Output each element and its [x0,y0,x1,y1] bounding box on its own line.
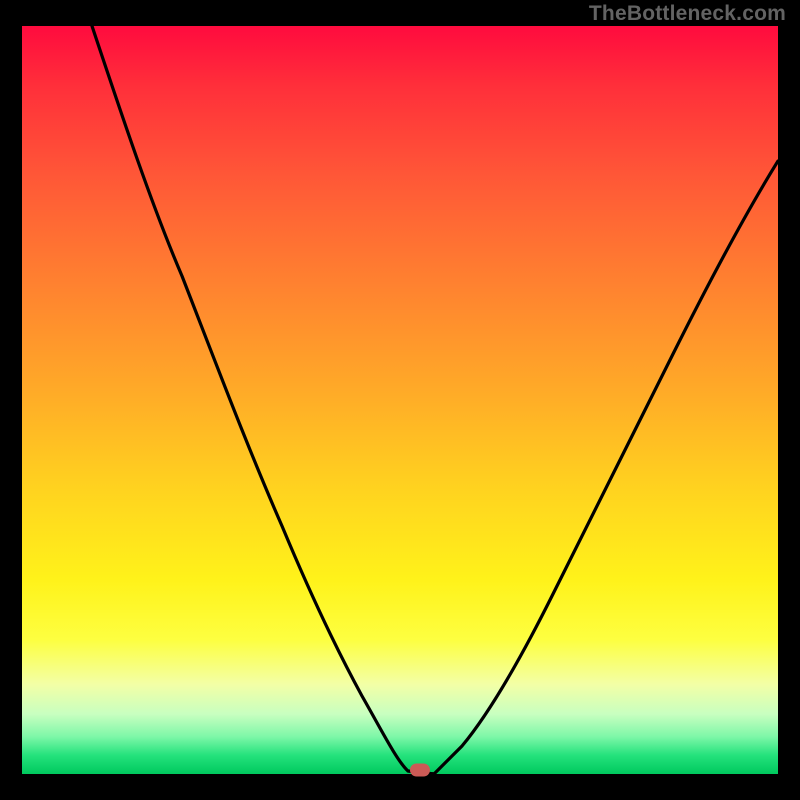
bottleneck-marker [410,764,430,777]
chart-frame: TheBottleneck.com [0,0,800,800]
curve-path [92,26,778,774]
watermark-text: TheBottleneck.com [589,2,786,26]
bottleneck-curve [22,26,778,774]
plot-area [22,26,778,774]
